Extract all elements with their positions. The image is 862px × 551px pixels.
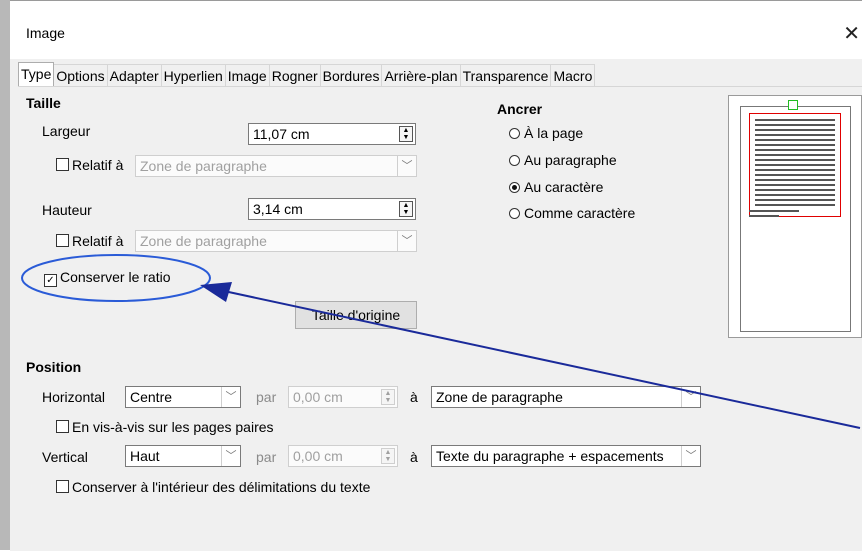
h-to-select[interactable]: Zone de paragraphe ﹀ xyxy=(431,386,701,408)
keep-inside-check-box[interactable] xyxy=(56,480,69,493)
h-par-spinner: ▲ ▼ xyxy=(381,389,395,405)
taille-heading: Taille xyxy=(26,95,61,111)
horizontal-label: Horizontal xyxy=(42,389,106,405)
image-dialog: Image ✕ Type Options Adapter Hyperlien I… xyxy=(10,0,862,551)
tab-transparence[interactable]: Transparence xyxy=(459,64,552,86)
anchor-option-paragraph[interactable]: Au paragraphe xyxy=(509,152,617,168)
relatif-check-box[interactable] xyxy=(56,158,69,171)
vertical-select[interactable]: Haut ﹀ xyxy=(125,445,241,467)
preview-page xyxy=(740,100,851,332)
v-par-label: par xyxy=(256,449,277,465)
hauteur-field[interactable]: 3,14 cm ▲ ▼ xyxy=(248,198,416,220)
anchor-option-paragraph-label: Au paragraphe xyxy=(524,152,617,168)
anchor-option-as-character[interactable]: Comme caractère xyxy=(509,205,635,221)
hauteur-spinner[interactable]: ▲ ▼ xyxy=(399,201,413,217)
original-size-button[interactable]: Taille d'origine xyxy=(295,301,417,329)
tab-bordures[interactable]: Bordures xyxy=(319,64,383,86)
largeur-spinner[interactable]: ▲ ▼ xyxy=(399,126,413,142)
chevron-down-icon[interactable]: ﹀ xyxy=(681,446,700,466)
title-bar: Image ✕ xyxy=(10,1,862,59)
radio-selected-icon[interactable] xyxy=(509,182,520,193)
chevron-down-icon: ﹀ xyxy=(397,156,416,176)
mirror-check-box[interactable] xyxy=(56,420,69,433)
hauteur-label: Hauteur xyxy=(42,202,92,218)
relatif-label: Relatif à xyxy=(72,157,124,173)
v-par-spinner: ▲ ▼ xyxy=(381,448,395,464)
anchor-option-character[interactable]: Au caractère xyxy=(509,179,603,195)
tab-arriere-plan[interactable]: Arrière-plan xyxy=(381,64,461,86)
relatif-select: Zone de paragraphe ﹀ xyxy=(135,155,417,177)
h-par-value: 0,00 cm xyxy=(293,389,343,405)
tab-divider xyxy=(18,86,862,87)
tab-image[interactable]: Image xyxy=(224,64,270,86)
relatif2-checkbox[interactable]: Relatif à xyxy=(56,233,123,249)
keep-inside-label: Conserver à l'intérieur des délimitation… xyxy=(72,479,371,495)
anchor-option-character-label: Au caractère xyxy=(524,179,604,195)
position-heading: Position xyxy=(26,359,82,375)
chevron-down-icon[interactable]: ﹀ xyxy=(681,387,700,407)
tab-options[interactable]: Options xyxy=(53,64,108,86)
anchor-option-as-character-label: Comme caractère xyxy=(524,205,636,221)
chevron-down-icon[interactable]: ﹀ xyxy=(221,387,240,407)
dialog-content: Type Options Adapter Hyperlien Image Rog… xyxy=(10,59,862,551)
h-to-select-value: Zone de paragraphe xyxy=(436,389,563,405)
window-edge xyxy=(0,0,10,550)
ancrer-heading: Ancrer xyxy=(497,101,543,117)
relatif-select-value: Zone de paragraphe xyxy=(140,158,267,174)
tab-hyperlien[interactable]: Hyperlien xyxy=(160,64,226,86)
chevron-down-icon[interactable]: ﹀ xyxy=(221,446,240,466)
largeur-label: Largeur xyxy=(42,123,91,139)
tab-bar: Type Options Adapter Hyperlien Image Rog… xyxy=(18,62,596,86)
preview-lines xyxy=(749,119,835,217)
relatif2-check-box[interactable] xyxy=(56,234,69,247)
relatif2-label: Relatif à xyxy=(72,233,124,249)
v-a-label: à xyxy=(410,449,418,465)
dialog-title: Image xyxy=(26,25,65,41)
radio-icon[interactable] xyxy=(509,155,520,166)
horizontal-select-value: Centre xyxy=(130,389,173,405)
anchor-option-page[interactable]: À la page xyxy=(509,125,583,141)
tab-adapter[interactable]: Adapter xyxy=(106,64,162,86)
anchor-option-page-label: À la page xyxy=(524,125,584,141)
v-par-field: 0,00 cm ▲ ▼ xyxy=(288,445,398,467)
h-par-field: 0,00 cm ▲ ▼ xyxy=(288,386,398,408)
v-par-value: 0,00 cm xyxy=(293,448,343,464)
keep-ratio-label: Conserver le ratio xyxy=(60,269,171,285)
mirror-checkbox[interactable]: En vis-à-vis sur les pages paires xyxy=(56,419,274,435)
radio-icon[interactable] xyxy=(509,128,520,139)
tab-macro[interactable]: Macro xyxy=(550,64,596,86)
tab-rogner[interactable]: Rogner xyxy=(268,64,321,86)
largeur-value: 11,07 cm xyxy=(253,126,310,142)
v-to-select-value: Texte du paragraphe + espacements xyxy=(436,448,664,464)
h-par-label: par xyxy=(256,389,277,405)
vertical-label: Vertical xyxy=(42,449,88,465)
keep-ratio-checkbox[interactable]: ✓ Conserver le ratio xyxy=(44,269,171,287)
v-to-select[interactable]: Texte du paragraphe + espacements ﹀ xyxy=(431,445,701,467)
hauteur-value: 3,14 cm xyxy=(253,201,303,217)
vertical-select-value: Haut xyxy=(130,448,160,464)
keep-ratio-check-box[interactable]: ✓ xyxy=(44,274,57,287)
mirror-label: En vis-à-vis sur les pages paires xyxy=(72,419,274,435)
horizontal-select[interactable]: Centre ﹀ xyxy=(125,386,241,408)
radio-icon[interactable] xyxy=(509,208,520,219)
keep-inside-checkbox[interactable]: Conserver à l'intérieur des délimitation… xyxy=(56,479,370,495)
tab-type[interactable]: Type xyxy=(18,62,55,86)
largeur-field[interactable]: 11,07 cm ▲ ▼ xyxy=(248,123,416,145)
chevron-down-icon: ﹀ xyxy=(397,231,416,251)
relatif2-select: Zone de paragraphe ﹀ xyxy=(135,230,417,252)
relatif2-select-value: Zone de paragraphe xyxy=(140,233,267,249)
h-a-label: à xyxy=(410,389,418,405)
anchor-preview xyxy=(728,95,862,338)
relatif-checkbox[interactable]: Relatif à xyxy=(56,157,123,173)
close-icon[interactable]: ✕ xyxy=(843,21,860,46)
